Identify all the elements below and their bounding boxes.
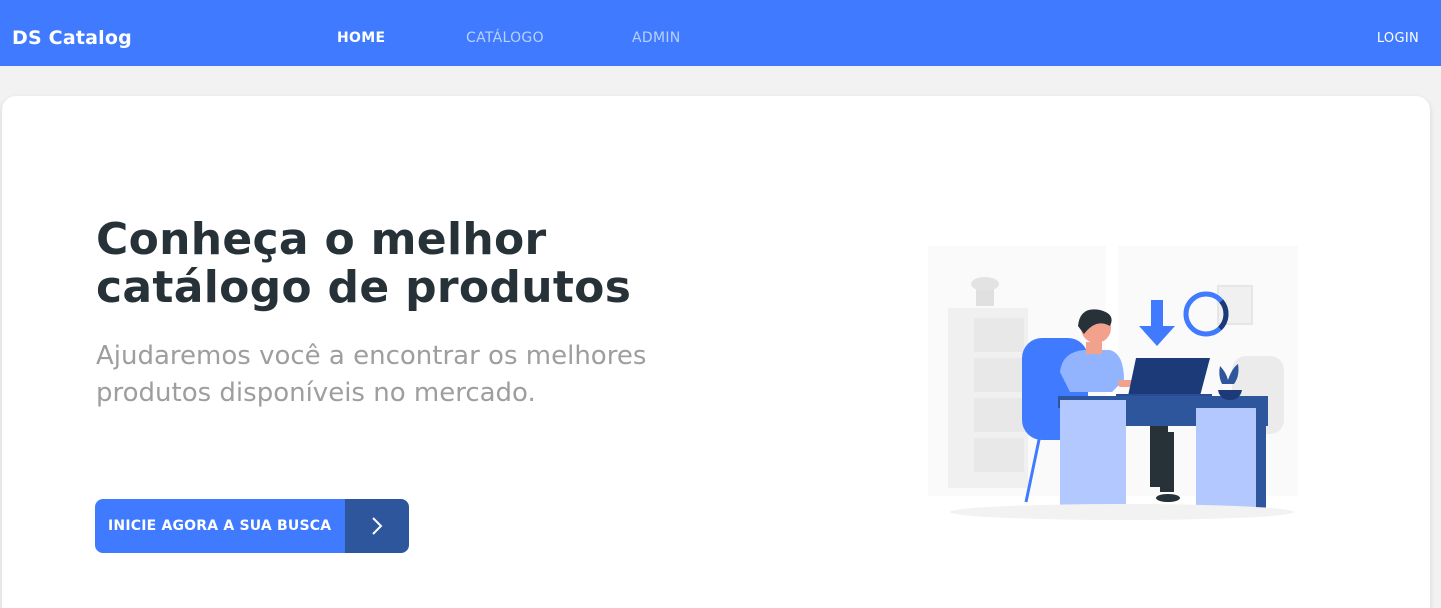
hero-subtitle: Ajudaremos você a encontrar os melhores …	[96, 338, 736, 412]
chevron-right-icon	[345, 499, 409, 553]
hero-subtitle-line-1: Ajudaremos você a encontrar os melhores	[96, 341, 647, 371]
hero-title-line-1: Conheça o melhor	[96, 214, 547, 265]
start-search-button[interactable]: INICIE AGORA A SUA BUSCA	[95, 499, 409, 553]
nav-link-catalog[interactable]: CATÁLOGO	[466, 30, 544, 47]
nav-link-admin[interactable]: ADMIN	[632, 30, 681, 47]
nav-link-home[interactable]: HOME	[337, 30, 385, 47]
hero-title-line-2: catálogo de produtos	[96, 262, 632, 313]
hero-title: Conheça o melhor catálogo de produtos	[96, 216, 716, 312]
start-search-button-label: INICIE AGORA A SUA BUSCA	[95, 499, 345, 553]
navbar: DS Catalog HOME CATÁLOGO ADMIN LOGIN	[0, 0, 1441, 66]
woman-at-desk-illustration	[928, 246, 1298, 520]
hero-subtitle-line-2: produtos disponíveis no mercado.	[96, 378, 536, 408]
login-link[interactable]: LOGIN	[1377, 31, 1419, 47]
brand-logo[interactable]: DS Catalog	[12, 26, 132, 50]
